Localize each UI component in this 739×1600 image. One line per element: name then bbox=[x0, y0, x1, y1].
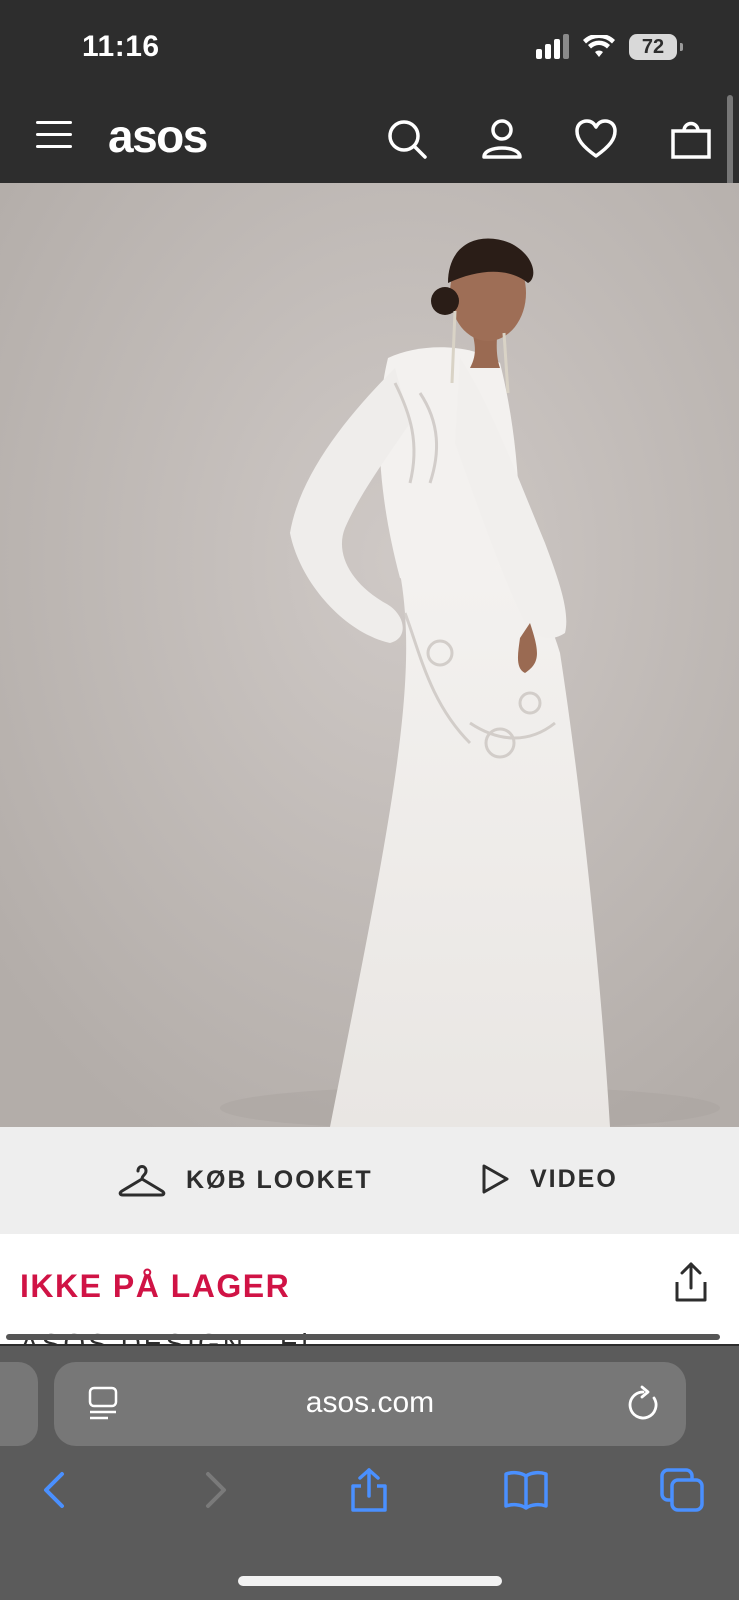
screen: 11:16 72 asos KØB LOOKET VIDEO IKKE PÅ L… bbox=[0, 0, 739, 1600]
address-bar[interactable]: asos.com bbox=[54, 1362, 686, 1446]
hanger-icon bbox=[118, 1165, 166, 1197]
site-header: asos bbox=[0, 95, 739, 183]
product-image[interactable] bbox=[0, 183, 739, 1127]
play-icon bbox=[482, 1164, 509, 1194]
stock-status: IKKE PÅ LAGER bbox=[20, 1268, 291, 1304]
cellular-signal-icon bbox=[536, 34, 569, 59]
home-indicator[interactable] bbox=[238, 1576, 502, 1586]
battery-icon: 72 bbox=[629, 34, 683, 60]
back-icon[interactable] bbox=[32, 1466, 80, 1514]
status-icons: 72 bbox=[536, 34, 683, 60]
bag-icon[interactable] bbox=[669, 117, 713, 161]
content-scroll-edge bbox=[6, 1334, 720, 1340]
bookmarks-icon[interactable] bbox=[502, 1466, 550, 1514]
address-text: asos.com bbox=[305, 1386, 435, 1419]
status-bar: 11:16 72 bbox=[0, 0, 739, 95]
status-time: 11:16 bbox=[82, 30, 160, 63]
search-icon[interactable] bbox=[385, 117, 429, 161]
reload-icon[interactable] bbox=[624, 1384, 662, 1424]
shop-the-look-button[interactable]: KØB LOOKET bbox=[118, 1163, 373, 1197]
wifi-icon bbox=[583, 35, 615, 57]
browser-toolbar: asos.com bbox=[0, 1346, 739, 1600]
share-icon[interactable] bbox=[671, 1260, 711, 1304]
previous-tab-preview[interactable] bbox=[0, 1362, 38, 1446]
video-button[interactable]: VIDEO bbox=[480, 1163, 618, 1195]
forward-icon[interactable] bbox=[190, 1466, 238, 1514]
video-label: VIDEO bbox=[530, 1164, 618, 1193]
menu-icon[interactable] bbox=[36, 121, 72, 149]
tabs-icon[interactable] bbox=[658, 1466, 706, 1514]
share-icon[interactable] bbox=[345, 1466, 393, 1514]
media-actions-bar: KØB LOOKET VIDEO bbox=[0, 1127, 739, 1234]
heart-icon[interactable] bbox=[574, 117, 618, 161]
shop-the-look-label: KØB LOOKET bbox=[186, 1165, 373, 1194]
model-wearing-dress-image bbox=[0, 183, 739, 1127]
account-icon[interactable] bbox=[480, 117, 524, 161]
asos-logo[interactable]: asos bbox=[108, 109, 208, 163]
